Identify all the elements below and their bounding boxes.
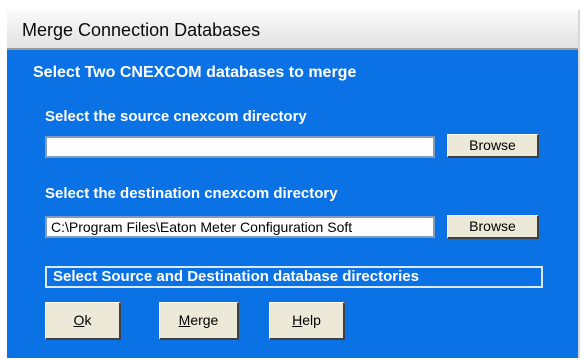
merge-dialog: Merge Connection Databases Select Two CN… [5, 10, 580, 358]
merge-label-rest: erge [190, 312, 219, 328]
dialog-title: Merge Connection Databases [22, 20, 261, 40]
destination-directory-field[interactable]: C:\Program Files\Eaton Meter Configurati… [45, 216, 435, 238]
merge-mnemonic: M [178, 312, 191, 328]
help-button[interactable]: Help [269, 302, 345, 340]
destination-browse-button[interactable]: Browse [447, 215, 539, 239]
source-directory-label: Select the source cnexcom directory [45, 108, 307, 125]
status-message: Select Source and Destination database d… [45, 266, 543, 288]
merge-button[interactable]: Merge [159, 302, 239, 340]
help-mnemonic: H [292, 312, 303, 328]
dialog-heading: Select Two CNEXCOM databases to merge [33, 64, 357, 81]
title-bar[interactable]: Merge Connection Databases [7, 10, 578, 50]
ok-mnemonic: O [73, 312, 85, 328]
destination-directory-label: Select the destination cnexcom directory [45, 185, 338, 202]
source-browse-button[interactable]: Browse [447, 134, 539, 158]
ok-button[interactable]: Ok [45, 302, 121, 340]
ok-label-rest: k [84, 312, 92, 328]
source-directory-field[interactable] [45, 136, 435, 158]
help-label-rest: elp [302, 312, 321, 328]
